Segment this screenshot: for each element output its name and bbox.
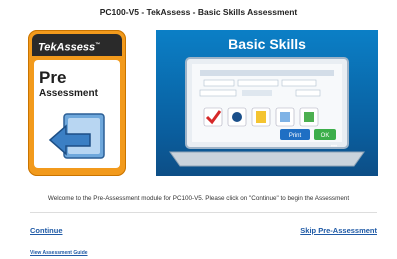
tekassess-pre-assessment-badge: TekAssess™ Pre Assessment	[28, 30, 126, 176]
continue-link[interactable]: Continue	[30, 226, 63, 235]
more-dots: •••	[331, 144, 337, 150]
trademark-symbol: ™	[95, 42, 101, 48]
skip-pre-assessment-link[interactable]: Skip Pre-Assessment	[300, 226, 377, 235]
hero-title: Basic Skills	[228, 36, 306, 52]
divider	[30, 212, 377, 213]
basic-skills-hero: Basic Skills Print OK •••	[156, 30, 378, 176]
ok-button-label: OK	[321, 133, 330, 139]
badge-card: Pre Assessment	[34, 60, 120, 168]
badge-assessment-label: Assessment	[39, 88, 98, 99]
welcome-message: Welcome to the Pre-Assessment module for…	[47, 195, 350, 202]
page-title: PC100-V5 - TekAssess - Basic Skills Asse…	[99, 7, 298, 17]
laptop-illustration: Print OK •••	[169, 57, 365, 167]
print-button-label: Print	[289, 133, 302, 139]
arrow-back-document-icon	[48, 113, 105, 159]
badge-brand-text: TekAssess	[38, 41, 96, 54]
badge-brand: TekAssess™	[32, 34, 122, 56]
badge-pre-label: Pre	[39, 68, 67, 87]
view-assessment-guide-link[interactable]: View Assessment Guide	[30, 250, 88, 256]
